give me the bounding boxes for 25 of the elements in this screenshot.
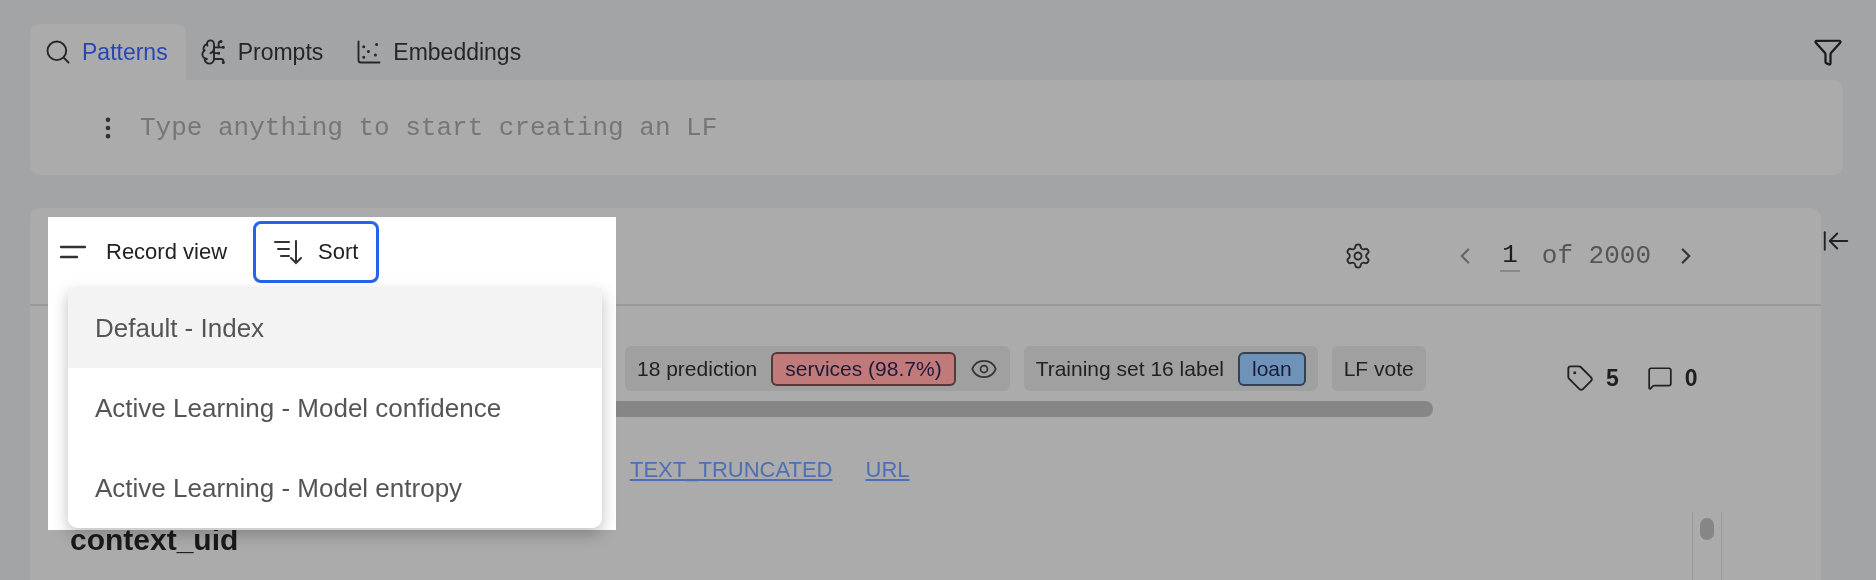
chip-label: Training set 16 label xyxy=(1035,356,1224,381)
lines-icon xyxy=(60,245,86,259)
scrollbar-thumb[interactable] xyxy=(1700,518,1714,540)
label-badge: services (98.7%) xyxy=(771,351,956,386)
tab[interactable]: Prompts xyxy=(185,24,342,80)
comment-count: 0 xyxy=(1684,364,1698,392)
sort-option[interactable]: Active Learning - Model entropy xyxy=(68,448,602,528)
label-badge: loan xyxy=(1238,351,1306,386)
filter-icon[interactable] xyxy=(1813,37,1843,67)
comment-icon[interactable] xyxy=(1646,365,1673,391)
sort-option[interactable]: Active Learning - Model confidence xyxy=(68,368,602,448)
chip-label: 18 prediction xyxy=(637,356,758,381)
chip-label: LF vote xyxy=(1343,356,1414,381)
sort-option[interactable]: Default - Index xyxy=(68,288,602,368)
tab[interactable]: Patterns xyxy=(30,24,186,80)
page-total: of 2000 xyxy=(1541,241,1651,271)
tab[interactable]: Embeddings xyxy=(341,24,540,80)
page-number[interactable]: 1 xyxy=(1500,240,1520,272)
tag-count: 5 xyxy=(1606,364,1619,392)
tag-icon[interactable] xyxy=(1566,364,1594,392)
sort-button[interactable]: Sort xyxy=(253,221,380,283)
record-view-button[interactable]: Record view xyxy=(60,239,228,265)
sort-icon xyxy=(274,239,303,265)
search-icon xyxy=(44,38,72,66)
brain-circuit-icon xyxy=(199,38,228,66)
